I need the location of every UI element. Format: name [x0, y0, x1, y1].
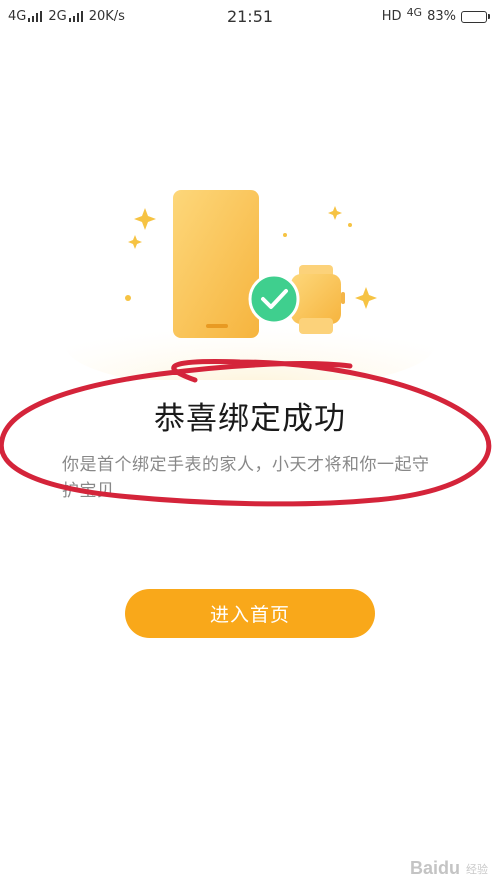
watermark-text: Baidu: [409, 858, 460, 878]
watermark-sub: 经验: [466, 863, 488, 876]
status-bar: 4G 2G 20K/s 21:51 HD 4G 83%: [0, 0, 500, 34]
success-subtitle: 你是首个绑定手表的家人，小天才将和你一起守护宝贝: [62, 455, 430, 501]
status-right: HD 4G 83%: [381, 6, 490, 24]
enter-homepage-button[interactable]: 进入首页: [125, 589, 375, 638]
battery-icon: [461, 10, 490, 23]
phone-icon: [173, 190, 259, 338]
success-title: 恭喜绑定成功: [154, 401, 346, 437]
binding-illustration: [65, 190, 435, 380]
baidu-watermark: Baidu 经验: [410, 858, 488, 879]
checkmark-icon: [248, 273, 300, 325]
network-type: 4G: [406, 6, 423, 19]
hd-indicator: HD: [381, 9, 402, 24]
battery-percent: 83%: [427, 9, 456, 24]
